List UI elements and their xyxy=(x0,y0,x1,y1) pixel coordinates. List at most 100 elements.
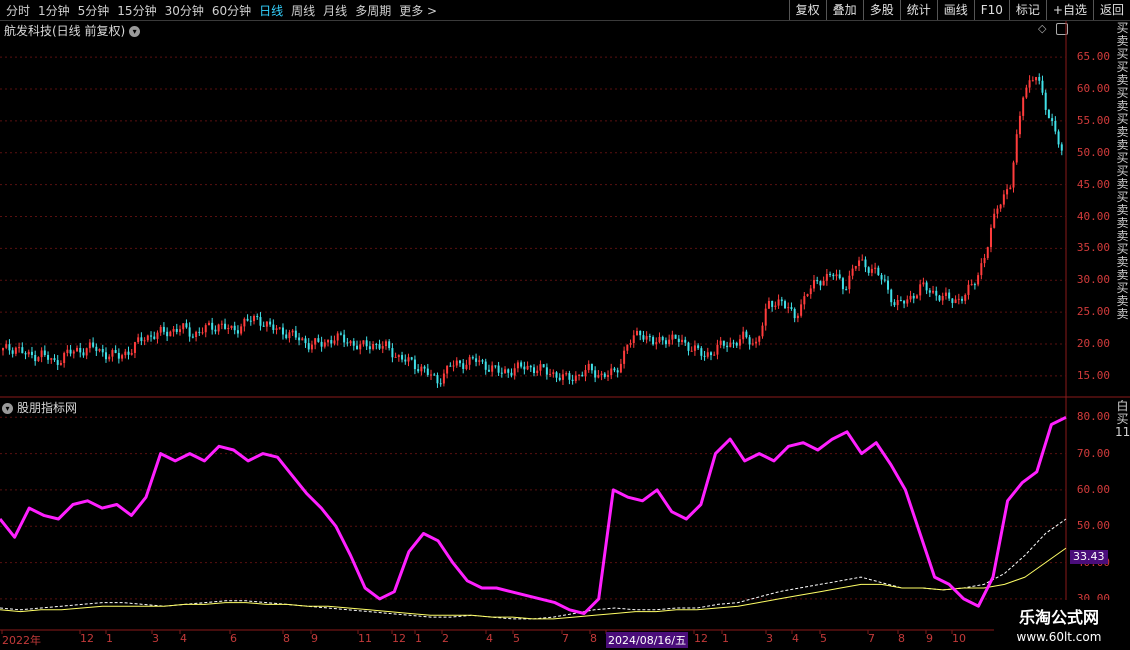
candle-body xyxy=(442,373,445,384)
candle-body xyxy=(864,259,867,268)
candle-body xyxy=(816,280,819,282)
candle-body xyxy=(468,357,471,365)
candle-body xyxy=(95,346,98,351)
candle-body xyxy=(1012,162,1015,188)
candle-body xyxy=(867,267,870,273)
candle-body xyxy=(800,304,803,316)
candle-body xyxy=(526,365,529,370)
time-tick-label: 4 xyxy=(486,632,493,645)
candle-body xyxy=(207,322,210,326)
candle-body xyxy=(735,342,738,346)
candle-body xyxy=(185,323,188,328)
candle-body xyxy=(50,358,53,360)
candle-body xyxy=(684,339,687,343)
candle-body xyxy=(1047,109,1050,119)
indicator-panel-title: ▾ 股朋指标网 xyxy=(2,399,77,416)
candle-body xyxy=(919,284,922,296)
candle-body xyxy=(285,334,288,339)
time-tick-label: 2024/08/16/五 xyxy=(606,632,689,648)
candle-body xyxy=(848,275,851,290)
candle-body xyxy=(117,352,120,359)
candle-body xyxy=(349,341,352,344)
candle-body xyxy=(446,365,449,374)
time-tick-label: 12 xyxy=(694,632,708,645)
candle-body xyxy=(72,351,75,354)
candle-body xyxy=(227,327,230,329)
candle-body xyxy=(1041,80,1044,93)
candle-body xyxy=(590,363,593,371)
candle-body xyxy=(327,340,330,343)
price-tick-label: 50.00 xyxy=(1076,145,1110,159)
price-tick-label: 35.00 xyxy=(1076,241,1110,255)
candle-body xyxy=(700,348,703,356)
candle-body xyxy=(648,336,651,338)
candle-body xyxy=(928,290,931,293)
candle-body xyxy=(475,358,478,362)
candle-body xyxy=(18,347,21,349)
chevron-down-icon[interactable]: ▾ xyxy=(2,403,13,414)
candle-body xyxy=(909,295,912,300)
candle-body xyxy=(565,373,568,375)
price-tick-label: 25.00 xyxy=(1076,305,1110,319)
candle-body xyxy=(378,344,381,349)
candle-body xyxy=(56,360,59,365)
candle-body xyxy=(951,298,954,303)
candle-body xyxy=(552,372,555,374)
candle-body xyxy=(101,348,104,353)
candle-body xyxy=(5,344,8,348)
time-tick-label: 6 xyxy=(230,632,237,645)
time-tick-label: 9 xyxy=(926,632,933,645)
candle-body xyxy=(175,328,178,332)
candle-body xyxy=(925,282,928,291)
candle-body xyxy=(291,330,294,333)
candle-body xyxy=(259,317,262,326)
candle-body xyxy=(452,365,455,367)
candle-body xyxy=(487,369,490,372)
candle-body xyxy=(423,366,426,369)
candle-body xyxy=(793,309,796,319)
candle-body xyxy=(761,325,764,337)
candle-body xyxy=(401,355,404,360)
candle-body xyxy=(63,353,66,363)
candle-body xyxy=(812,280,815,289)
candle-body xyxy=(642,335,645,340)
time-tick-label: 2 xyxy=(442,632,449,645)
candle-body xyxy=(616,370,619,373)
candle-body xyxy=(497,365,500,373)
candle-body xyxy=(220,323,223,325)
time-tick-label: 1 xyxy=(106,632,113,645)
price-tick-label: 15.00 xyxy=(1076,368,1110,382)
candle-body xyxy=(906,299,909,304)
candle-body xyxy=(214,329,217,332)
indicator-main-line xyxy=(0,415,1067,615)
candle-body xyxy=(719,340,722,345)
candle-body xyxy=(671,334,674,340)
candle-body xyxy=(417,369,420,372)
time-tick-label: 1 xyxy=(415,632,422,645)
candle-body xyxy=(124,351,127,356)
candle-body xyxy=(996,208,999,214)
candle-body xyxy=(381,346,384,349)
candle-body xyxy=(43,350,46,356)
candle-body xyxy=(970,284,973,286)
candle-body xyxy=(899,300,902,302)
candle-body xyxy=(198,331,201,333)
time-tick-label: 2022年 xyxy=(2,634,41,647)
candle-body xyxy=(703,355,706,357)
price-tick-label: 45.00 xyxy=(1076,177,1110,191)
stock-chart[interactable] xyxy=(0,0,1130,650)
candle-body xyxy=(539,364,542,371)
candle-body xyxy=(668,339,671,345)
candle-body xyxy=(262,325,265,327)
time-tick-label: 3 xyxy=(766,632,773,645)
candle-body xyxy=(1038,77,1041,81)
price-tick-label: 55.00 xyxy=(1076,113,1110,127)
candle-body xyxy=(11,350,14,354)
candle-body xyxy=(706,352,709,357)
candle-body xyxy=(977,275,980,285)
candle-body xyxy=(230,325,233,328)
candle-body xyxy=(594,370,597,378)
candle-body xyxy=(722,340,725,346)
candle-body xyxy=(1018,115,1021,135)
candle-body xyxy=(494,365,497,367)
